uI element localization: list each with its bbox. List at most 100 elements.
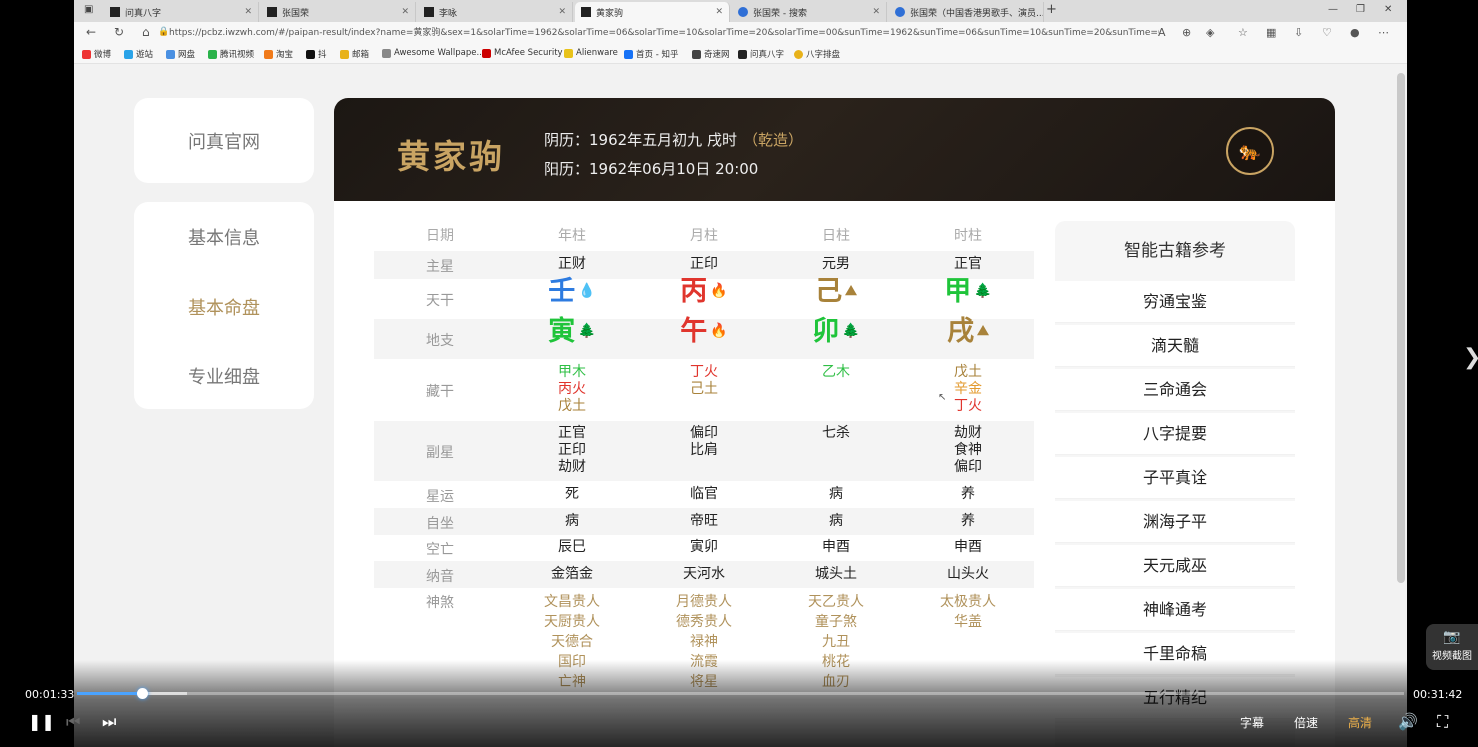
tab-2[interactable]: 李咏 ✕ xyxy=(418,2,573,22)
read-aloud-icon[interactable]: A xyxy=(1158,26,1166,39)
wood-icon: 🌲 xyxy=(974,283,992,299)
mouse-cursor-icon: ↖ xyxy=(938,392,947,403)
next-icon[interactable]: ⏭ xyxy=(102,712,116,732)
tab-3[interactable]: 黄家驹 ✕ xyxy=(575,2,730,22)
subtitle-button[interactable]: 字幕 xyxy=(1240,714,1264,731)
close-tab-icon[interactable]: ✕ xyxy=(715,7,723,17)
close-tab-icon[interactable]: ✕ xyxy=(401,7,409,17)
screenshot-button[interactable]: 📷 视频截图 xyxy=(1426,624,1478,670)
stem-branch-text: 丙 xyxy=(680,276,708,307)
bookmark-label: 首页 - 知乎 xyxy=(636,50,679,60)
previous-icon[interactable]: ⏮ xyxy=(66,712,80,732)
sub-star: 比肩 xyxy=(690,442,718,458)
ancient-book-item[interactable]: 滴天髓 xyxy=(1055,325,1295,367)
video-player-stage: ▣ 问真八字 ✕ 张国荣 ✕ 李咏 ✕ 黄家驹 ✕ 张国荣 - 搜索 ✕ 张国荣（中国香港… xyxy=(0,0,1478,747)
bookmark-item[interactable]: 网盘 xyxy=(166,48,195,60)
tiger-logo-icon: 🐅 xyxy=(1226,127,1274,175)
refresh-icon[interactable]: ↻ xyxy=(114,25,124,39)
tab-5[interactable]: 张国荣（中国香港男歌手、演员...✕ xyxy=(889,2,1044,22)
progress-bar[interactable] xyxy=(77,688,1404,699)
bookmark-item[interactable]: 首页 - 知乎 xyxy=(624,48,678,60)
quality-button[interactable]: 高清 xyxy=(1348,714,1372,731)
pause-icon[interactable]: ❚❚ xyxy=(28,712,55,731)
back-icon[interactable]: ← xyxy=(86,25,96,39)
ancient-book-item[interactable]: 三命通会 xyxy=(1055,369,1295,411)
sidebar-item-basic-info[interactable]: 基本信息 xyxy=(134,224,314,250)
zoom-icon[interactable]: ⊕ xyxy=(1182,26,1191,39)
collections-icon[interactable]: ▦ xyxy=(1266,26,1276,39)
bookmark-label: 奇速网 xyxy=(704,50,730,60)
url-field[interactable]: https://pcbz.iwzwh.com/#/paipan-result/i… xyxy=(169,25,1159,41)
bookmark-item[interactable]: 邮箱 xyxy=(340,48,369,60)
official-site-link[interactable]: 问真官网 xyxy=(134,98,314,183)
bazi-row-fuxing: 副星 正官 正印 劫财 偏印 比肩 七杀 劫财 食神 偏印 xyxy=(374,421,1034,481)
bookmark-item[interactable]: 问真八字 xyxy=(738,48,784,60)
tab-label: 黄家驹 xyxy=(596,8,624,19)
current-time: 00:01:33 xyxy=(25,688,75,701)
maximize-icon[interactable]: ❐ xyxy=(1356,4,1365,15)
close-tab-icon[interactable]: ✕ xyxy=(558,7,566,17)
new-tab-button[interactable]: + xyxy=(1046,2,1057,17)
stem-branch-text: 卯 xyxy=(812,316,840,347)
hidden-stems: 丁火 己土 xyxy=(638,364,770,398)
pillar-value: 临官 xyxy=(690,486,718,502)
pillar-value: 寅卯 xyxy=(690,539,718,555)
close-tab-icon[interactable]: ✕ xyxy=(872,7,880,17)
bookmark-label: 淘宝 xyxy=(276,50,294,60)
tab-actions-icon[interactable]: ▣ xyxy=(84,4,93,15)
bookmark-item[interactable]: 腾讯视频 xyxy=(208,48,254,60)
bookmark-item[interactable]: 淘宝 xyxy=(264,48,293,60)
download-icon[interactable]: ⇩ xyxy=(1294,26,1303,39)
shensha-item: 月德贵人 xyxy=(676,594,732,610)
ancient-book-item[interactable]: 穷通宝鉴 xyxy=(1055,281,1295,323)
fullscreen-icon[interactable]: ⛶ xyxy=(1437,712,1448,732)
bookmark-item[interactable]: 遊站 xyxy=(124,48,153,60)
total-duration: 00:31:42 xyxy=(1413,688,1463,701)
official-site-label: 问真官网 xyxy=(188,131,260,153)
tab-1[interactable]: 张国荣 ✕ xyxy=(261,2,416,22)
sidebar-item-detailed-chart[interactable]: 专业细盘 xyxy=(134,363,314,389)
bookmark-item[interactable]: 微博 xyxy=(82,48,111,60)
stem-branch-text: 己 xyxy=(815,276,843,307)
pillar-value: 城头土 xyxy=(815,566,857,582)
shensha-item: 太极贵人 xyxy=(940,594,996,610)
tab-0[interactable]: 问真八字 ✕ xyxy=(104,2,259,22)
favorites-icon[interactable]: ☆ xyxy=(1238,26,1248,39)
fire-icon: 🔥 xyxy=(710,283,728,299)
close-window-icon[interactable]: ✕ xyxy=(1384,4,1392,15)
close-tab-icon[interactable]: ✕ xyxy=(244,7,252,17)
bookmark-item[interactable]: 抖 xyxy=(306,48,327,60)
bookmark-icon xyxy=(264,49,273,59)
speed-button[interactable]: 倍速 xyxy=(1294,714,1318,731)
home-icon[interactable]: ⌂ xyxy=(142,25,150,39)
ancient-book-item[interactable]: 八字提要 xyxy=(1055,413,1295,455)
stem-branch-text: 寅 xyxy=(548,316,576,347)
ancient-book-item[interactable]: 子平真诠 xyxy=(1055,457,1295,499)
sub-star: 劫财 xyxy=(954,425,982,441)
extension-icon[interactable]: ◈ xyxy=(1206,26,1214,39)
bookmark-icon xyxy=(306,49,315,59)
tab-4[interactable]: 张国荣 - 搜索 ✕ xyxy=(732,2,887,22)
volume-icon[interactable]: 🔊 xyxy=(1398,712,1418,731)
ancient-book-item[interactable]: 渊海子平 xyxy=(1055,501,1295,543)
bookmark-item[interactable]: McAfee Security xyxy=(482,48,563,58)
ancient-book-item[interactable]: 神峰通考 xyxy=(1055,589,1295,631)
bookmark-item[interactable]: 八字排盘 xyxy=(794,48,840,60)
bookmark-item[interactable]: Awesome Wallpape... xyxy=(382,48,485,58)
ancient-book-item[interactable]: 天元咸巫 xyxy=(1055,545,1295,587)
minimize-icon[interactable]: — xyxy=(1328,4,1338,15)
shensha-item: 天乙贵人 xyxy=(808,594,864,610)
bookmark-item[interactable]: 奇速网 xyxy=(692,48,730,60)
progress-handle[interactable] xyxy=(137,688,149,699)
row-label: 纳音 xyxy=(426,569,454,585)
profile-icon[interactable]: ● xyxy=(1350,26,1360,39)
more-menu-icon[interactable]: ⋯ xyxy=(1378,26,1389,39)
sidebar-item-basic-chart[interactable]: 基本命盘 xyxy=(134,294,314,320)
pillar-value: 元男 xyxy=(822,256,850,272)
page-scrollbar[interactable] xyxy=(1397,73,1405,583)
bookmark-label: 微博 xyxy=(94,50,112,60)
bookmark-item[interactable]: Alienware xyxy=(564,48,618,58)
browser-essentials-icon[interactable]: ♡ xyxy=(1322,26,1332,39)
next-video-arrow-icon[interactable]: ❯ xyxy=(1463,345,1478,370)
player-control-bar xyxy=(0,660,1478,747)
